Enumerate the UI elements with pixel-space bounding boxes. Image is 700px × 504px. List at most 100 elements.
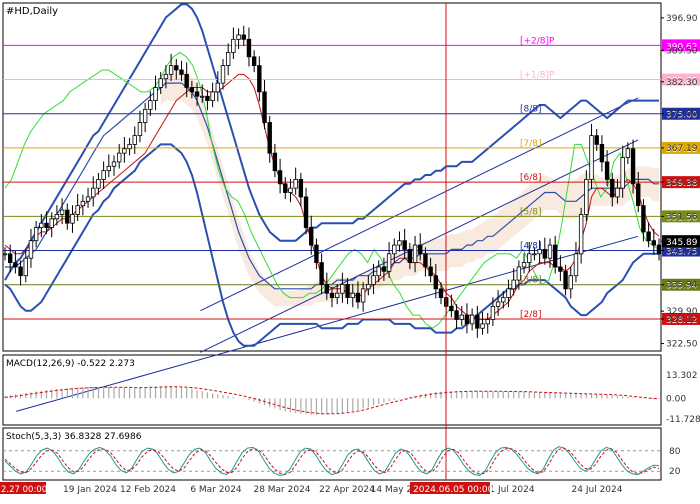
macd-title: MACD(12,26,9) -0.522 2.273 (6, 359, 135, 369)
macd-tick-0: 13.302 (666, 371, 698, 381)
murrey-label-5: [5/8] (520, 207, 542, 217)
candle-body (630, 148, 636, 185)
candle-body (236, 34, 241, 40)
candle-body (651, 240, 657, 246)
x-label-5: 22 Apr 2024 (319, 485, 375, 495)
candle-body (85, 196, 91, 202)
candle-body (251, 56, 257, 66)
candle-body (142, 108, 148, 123)
stoch-line-0 (4, 446, 660, 476)
candle-body (96, 179, 101, 189)
candle-body (80, 200, 86, 207)
murrey-label-0: [+2/8]P (520, 36, 555, 46)
stoch-line-1 (4, 447, 660, 475)
candle-body (122, 148, 127, 154)
candle-body (303, 196, 309, 228)
candle-body (656, 244, 662, 255)
indicator-layer (4, 3, 660, 412)
candle-body (573, 253, 579, 277)
macd-tick-2: -11.728 (666, 415, 700, 425)
candle-body (148, 100, 153, 110)
candle-body (70, 214, 75, 224)
price-tick-label-5: 359.38 (666, 178, 698, 188)
candle-body (459, 314, 464, 320)
candle-body (267, 122, 272, 154)
candle-body (599, 143, 605, 163)
price-tick-label-4: 367.19 (666, 144, 698, 154)
candle-body (116, 152, 122, 163)
candle-body (215, 82, 221, 93)
candle-body (501, 297, 506, 303)
candle-body (298, 179, 304, 198)
candle-body (521, 262, 527, 268)
candle-body (578, 214, 584, 255)
candle-body (412, 244, 418, 263)
candle-body (91, 187, 96, 198)
candle-body (480, 323, 485, 329)
candle-body (189, 87, 195, 93)
candle-body (438, 288, 444, 298)
candle-body (101, 170, 106, 180)
candle-body (309, 227, 314, 246)
cursor-label: 2024.06.05 00:00 (413, 485, 494, 495)
candle-body (59, 209, 65, 215)
candle-body (537, 249, 542, 255)
candle-body (184, 73, 189, 88)
candle-body (241, 34, 246, 40)
candle-body (314, 244, 319, 263)
candle-body (360, 288, 366, 303)
candle-body (163, 73, 169, 80)
candle-body (625, 148, 631, 158)
candle-body (106, 165, 112, 172)
candle-body (13, 262, 18, 268)
candle-body (54, 214, 60, 220)
candle-body (464, 314, 470, 325)
candle-body (262, 91, 267, 123)
candle-body (319, 262, 324, 285)
candle-body (641, 205, 646, 233)
candle-body (547, 244, 553, 259)
candle-body (371, 275, 376, 285)
candle-body (288, 187, 293, 193)
candle-body (194, 91, 200, 97)
candle-body (552, 244, 558, 268)
x-label-2: 12 Feb 2024 (120, 485, 176, 495)
price-tick-label-2: 382.30 (666, 78, 698, 88)
candle-body (423, 253, 428, 268)
murrey-label-7: [3/8] (520, 276, 542, 286)
candle-body (257, 65, 262, 93)
candle-body (495, 301, 501, 307)
candle-body (516, 266, 522, 281)
candle-body (402, 240, 407, 250)
candle-body (283, 183, 288, 193)
candle-body (329, 292, 335, 298)
candle-body (532, 253, 537, 256)
last-price-label: 345.89 (666, 238, 698, 248)
candle-body (589, 135, 594, 180)
x-label-7: 1 Jul 2024 (489, 485, 534, 495)
candle-body (293, 179, 298, 189)
candle-body (568, 275, 573, 290)
candle-body (386, 253, 392, 272)
price-tick-label-11: 328.12 (666, 315, 698, 325)
macd-tick-1: 0.00 (666, 394, 686, 404)
candle-body (511, 279, 516, 290)
candle-body (49, 218, 54, 228)
candle-body (174, 65, 179, 71)
candle-body (604, 161, 610, 180)
candle-body (127, 143, 132, 150)
candle-body (636, 183, 641, 207)
x-label-3: 6 Mar 2024 (190, 485, 242, 495)
candle-body (132, 135, 137, 145)
price-chart-canvas[interactable]: [+2/8]P[+1/8]P[8/8][7/8][6/8][5/8][4/8][… (0, 0, 700, 500)
candle-body (485, 319, 490, 325)
candle-body (111, 161, 117, 167)
candle-body (506, 288, 511, 298)
chart-window: [+2/8]P [+1/8]P [8/8] [7/8] [6/8] [5/8] [4/8][… (0, 0, 700, 500)
candle-body (33, 227, 39, 242)
chart-title: #HD,Daily (6, 6, 58, 17)
price-tick-label-1: 389.50 (666, 46, 698, 56)
candle-body (620, 157, 625, 189)
candle-body (75, 205, 80, 215)
candle-body (475, 314, 480, 329)
